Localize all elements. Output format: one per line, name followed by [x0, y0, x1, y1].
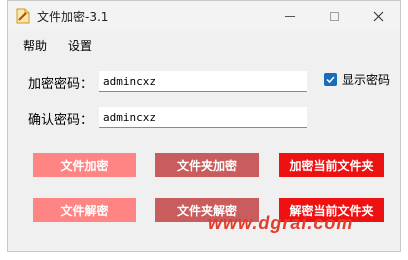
file-lock-icon	[16, 8, 30, 24]
encrypt-current-folder-button[interactable]: 加密当前文件夹	[279, 153, 384, 177]
maximize-button[interactable]	[312, 1, 356, 31]
password-label: 加密密码：	[28, 77, 94, 92]
menu-help[interactable]: 帮助	[23, 37, 47, 54]
app-window: 文件加密-3.1 帮助 设置 加密密码： 显示密码 确认密码： 文件加密 文件夹…	[7, 0, 401, 252]
confirm-password-label: 确认密码：	[28, 113, 94, 128]
encrypt-folder-button[interactable]: 文件夹加密	[155, 153, 259, 177]
close-icon	[373, 11, 383, 21]
maximize-icon	[329, 11, 339, 21]
show-password-checkbox[interactable]	[324, 73, 337, 86]
encrypt-file-button[interactable]: 文件加密	[33, 153, 136, 177]
menu-bar: 帮助 设置	[8, 32, 400, 56]
checkmark-icon	[326, 76, 335, 84]
minimize-icon	[285, 15, 295, 17]
menu-settings[interactable]: 设置	[68, 37, 92, 54]
password-input[interactable]	[99, 71, 307, 92]
title-bar: 文件加密-3.1	[8, 1, 400, 31]
confirm-password-input[interactable]	[99, 107, 307, 128]
close-button[interactable]	[356, 1, 400, 31]
minimize-button[interactable]	[268, 1, 312, 31]
decrypt-file-button[interactable]: 文件解密	[33, 198, 136, 222]
window-title: 文件加密-3.1	[37, 10, 109, 24]
watermark: www.dgrai.com	[208, 213, 354, 233]
show-password-label[interactable]: 显示密码	[342, 71, 390, 88]
